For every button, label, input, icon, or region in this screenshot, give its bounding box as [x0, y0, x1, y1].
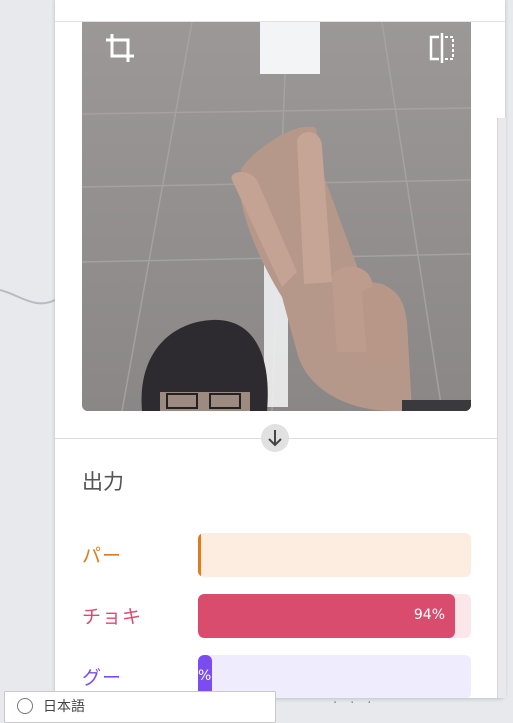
- class-label: チョキ: [82, 606, 143, 628]
- confidence-percent: %: [198, 668, 212, 684]
- language-selector[interactable]: 日本語: [4, 691, 276, 723]
- output-class-row: パー: [55, 533, 505, 577]
- webcam-preview: [82, 22, 471, 411]
- language-label: 日本語: [43, 699, 85, 715]
- output-title: 出力: [82, 470, 124, 494]
- flip-horizontal-icon: [429, 33, 454, 63]
- confidence-bar: [198, 533, 471, 577]
- output-class-row: チョキ 94%: [55, 594, 505, 638]
- class-label: グー: [82, 667, 123, 689]
- globe-icon: [17, 698, 33, 714]
- model-panel: 出力 パーチョキ 94% グー%: [55, 0, 505, 698]
- background-decoration: [0, 289, 56, 305]
- confidence-bar-fill: [198, 533, 201, 577]
- class-label: パー: [82, 545, 123, 567]
- scrollbar[interactable]: [497, 118, 506, 698]
- arrow-down-icon: [268, 430, 282, 447]
- footer-links[interactable]: · · ·: [320, 692, 371, 711]
- confidence-percent: 94%: [413, 607, 445, 623]
- webcam-image: [82, 22, 471, 411]
- crop-button[interactable]: [100, 28, 140, 68]
- confidence-bar: 94%: [198, 594, 471, 638]
- crop-icon: [106, 34, 134, 62]
- arrow-down-button: [261, 424, 289, 452]
- flip-horizontal-button[interactable]: [422, 28, 462, 68]
